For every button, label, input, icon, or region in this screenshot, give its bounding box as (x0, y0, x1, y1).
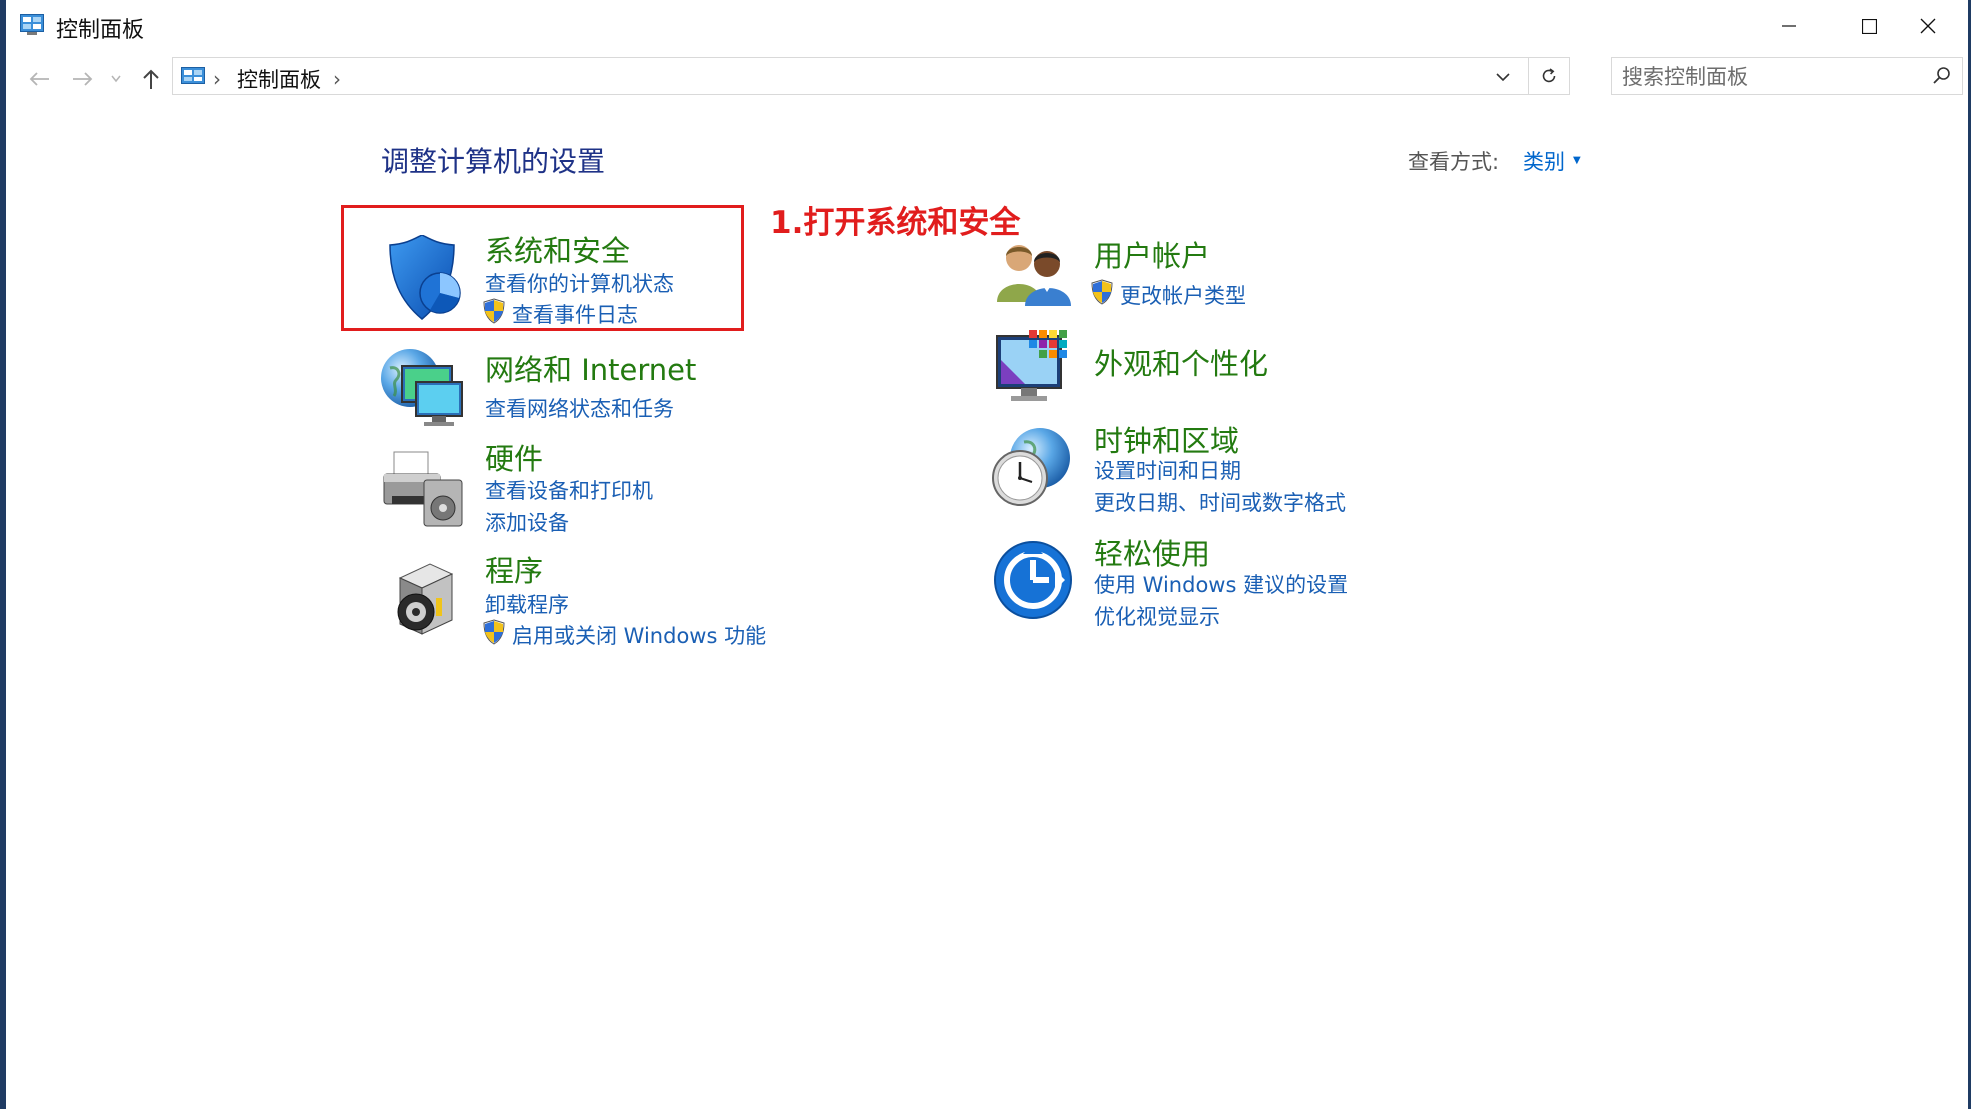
user-accounts-icon[interactable] (995, 240, 1075, 306)
category-title-system-security[interactable]: 系统和安全 (485, 228, 630, 270)
uac-shield-icon (483, 298, 505, 324)
page-title: 调整计算机的设置 (381, 145, 606, 178)
address-history-dropdown[interactable] (1489, 64, 1517, 90)
minimize-button[interactable] (1749, 0, 1829, 52)
annotation-text: 1.打开系统和安全 (770, 205, 1021, 241)
navigation-bar: › 控制面板 › (6, 52, 1968, 104)
chevron-down-icon (1496, 72, 1510, 81)
title-bar[interactable]: 控制面板 (6, 0, 1968, 52)
back-arrow-icon (29, 72, 49, 86)
forward-arrow-icon (73, 72, 93, 86)
link-change-account-type[interactable]: 更改帐户类型 (1120, 280, 1246, 310)
category-title-ease-of-access[interactable]: 轻松使用 (1094, 531, 1210, 573)
network-globe-icon[interactable] (380, 348, 466, 430)
uac-shield-icon (483, 619, 505, 645)
link-view-network-status[interactable]: 查看网络状态和任务 (485, 393, 674, 423)
search-icon[interactable] (1932, 66, 1952, 86)
link-view-devices-printers[interactable]: 查看设备和打印机 (485, 475, 653, 505)
view-by-caret-icon[interactable]: ▼ (1573, 155, 1581, 166)
breadcrumb-control-panel[interactable]: 控制面板 (237, 64, 321, 94)
breadcrumb-separator-icon[interactable]: › (333, 67, 341, 91)
clock-globe-icon[interactable] (990, 426, 1072, 508)
minimize-icon (1782, 25, 1796, 27)
recent-locations-button[interactable] (106, 64, 126, 94)
window-title: 控制面板 (56, 18, 145, 43)
view-by-dropdown[interactable]: 类别 (1523, 146, 1565, 176)
up-button[interactable] (136, 64, 166, 94)
security-shield-icon[interactable] (382, 235, 464, 321)
category-title-clock-region[interactable]: 时钟和区域 (1094, 418, 1239, 460)
window-frame-left (0, 0, 6, 1109)
link-use-recommended-settings[interactable]: 使用 Windows 建议的设置 (1094, 569, 1348, 599)
up-arrow-icon (143, 69, 159, 89)
search-input[interactable] (1620, 62, 1924, 92)
control-panel-icon (20, 14, 44, 35)
category-title-user-accounts[interactable]: 用户帐户 (1094, 233, 1210, 275)
link-optimize-visual-display[interactable]: 优化视觉显示 (1094, 601, 1220, 631)
appearance-monitor-icon[interactable] (995, 330, 1077, 410)
maximize-icon (1861, 18, 1877, 34)
chevron-down-icon (111, 75, 121, 83)
ease-of-access-icon[interactable] (993, 540, 1073, 620)
printer-icon[interactable] (380, 450, 466, 530)
forward-button[interactable] (66, 64, 100, 94)
close-button[interactable] (1888, 0, 1968, 52)
link-add-device[interactable]: 添加设备 (485, 507, 569, 537)
link-view-event-log[interactable]: 查看事件日志 (512, 299, 638, 329)
link-set-time-date[interactable]: 设置时间和日期 (1094, 455, 1241, 485)
search-box[interactable] (1611, 57, 1963, 95)
link-change-date-time-format[interactable]: 更改日期、时间或数字格式 (1094, 487, 1346, 517)
link-windows-features[interactable]: 启用或关闭 Windows 功能 (512, 620, 766, 650)
breadcrumb-separator-icon[interactable]: › (213, 67, 221, 91)
category-title-programs[interactable]: 程序 (485, 548, 543, 590)
close-icon (1920, 18, 1936, 34)
programs-disc-icon[interactable] (390, 558, 462, 640)
link-view-computer-status[interactable]: 查看你的计算机状态 (485, 268, 674, 298)
address-bar[interactable]: › 控制面板 › (172, 57, 1570, 95)
view-by-label: 查看方式: (1408, 150, 1500, 174)
refresh-button[interactable] (1528, 58, 1569, 94)
uac-shield-icon (1091, 279, 1113, 305)
control-panel-icon (181, 67, 205, 84)
refresh-icon (1542, 68, 1556, 83)
back-button[interactable] (22, 64, 56, 94)
category-title-appearance[interactable]: 外观和个性化 (1094, 341, 1268, 383)
category-title-hardware[interactable]: 硬件 (485, 436, 543, 478)
link-uninstall-program[interactable]: 卸载程序 (485, 589, 569, 619)
category-title-network-internet[interactable]: 网络和 Internet (485, 347, 696, 389)
